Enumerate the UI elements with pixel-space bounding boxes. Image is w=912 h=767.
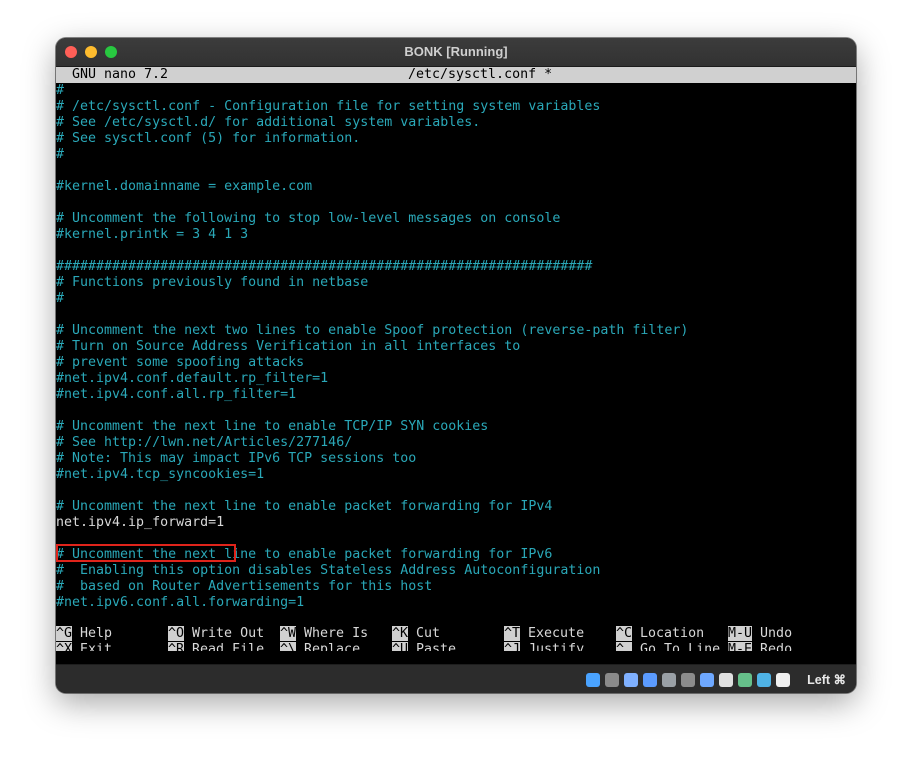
mouse-integration-icon[interactable] (738, 673, 752, 687)
shortcut-item: ^O Write Out (168, 626, 264, 642)
virtualbox-window: BONK [Running] GNU nano 7.2 /etc/sysctl.… (56, 38, 856, 693)
editor-line[interactable] (56, 163, 856, 179)
editor-line[interactable]: #net.ipv4.tcp_syncookies=1 (56, 467, 856, 483)
shortcut-item: ^K Cut (392, 626, 440, 642)
shortcut-item: ^_ Go To Line (616, 642, 720, 651)
shortcut-key: ^\ (280, 642, 297, 651)
shortcut-item: ^W Where Is (280, 626, 368, 642)
editor-line[interactable]: # (56, 291, 856, 307)
terminal-screen[interactable]: GNU nano 7.2 /etc/sysctl.conf * # # /etc/… (56, 67, 856, 651)
shortcut-key: ^W (280, 626, 297, 641)
shortcut-key: ^_ (616, 642, 633, 651)
vm-status-bar: Left ⌘ (56, 664, 856, 693)
cpu-icon[interactable] (757, 673, 771, 687)
shortcut-item: ^R Read File (168, 642, 264, 651)
shortcut-key: ^T (504, 626, 521, 641)
shortcut-item: ^U Paste (392, 642, 456, 651)
shortcut-key: ^G (56, 626, 73, 641)
editor-line[interactable]: # (56, 83, 856, 99)
shortcut-item: ^X Exit (56, 642, 112, 651)
keyboard-icon[interactable] (776, 673, 790, 687)
shortcut-key: ^X (56, 642, 73, 651)
editor-line[interactable]: # See /etc/sysctl.d/ for additional syst… (56, 115, 856, 131)
hard-disk-icon[interactable] (586, 673, 600, 687)
window-title: BONK [Running] (404, 44, 508, 59)
shortcut-label: Replace (304, 642, 361, 651)
shortcut-label: Justify (528, 642, 585, 651)
host-key-label: Left ⌘ (807, 673, 846, 687)
editor-line[interactable] (56, 243, 856, 259)
shared-folder-icon[interactable] (681, 673, 695, 687)
editor-line[interactable]: # Turn on Source Address Verification in… (56, 339, 856, 355)
shortcut-item: ^T Execute (504, 626, 584, 642)
shortcut-label: Read File (192, 642, 265, 651)
optical-drive-icon[interactable] (605, 673, 619, 687)
recording-icon[interactable] (719, 673, 733, 687)
editor-line[interactable]: #kernel.domainname = example.com (56, 179, 856, 195)
status-icons (581, 673, 790, 689)
shortcut-label: Go To Line (640, 642, 721, 651)
display-icon[interactable] (700, 673, 714, 687)
editor-line[interactable]: #net.ipv4.conf.all.rp_filter=1 (56, 387, 856, 403)
ip-forward-highlight-box (56, 544, 236, 562)
nano-shortcut-bar: ^G Help ^X Exit ^O Write Out ^R Read File ^W… (56, 626, 856, 651)
audio-icon[interactable] (624, 673, 638, 687)
shortcut-key: ^C (616, 626, 633, 641)
editor-line[interactable]: # See sysctl.conf (5) for information. (56, 131, 856, 147)
editor-line[interactable]: # based on Router Advertisements for thi… (56, 579, 856, 595)
shortcut-key: ^J (504, 642, 521, 651)
shortcut-item: M-E Redo (728, 642, 792, 651)
shortcut-label: Location (640, 626, 705, 641)
shortcut-key: ^R (168, 642, 185, 651)
shortcut-item: ^\ Replace (280, 642, 360, 651)
shortcut-item: ^C Location (616, 626, 704, 642)
shortcut-item: ^J Justify (504, 642, 584, 651)
editor-line[interactable]: net.ipv4.ip_forward=1 (56, 515, 856, 531)
shortcut-label: Cut (416, 626, 441, 641)
editor-line[interactable] (56, 483, 856, 499)
editor-line[interactable] (56, 307, 856, 323)
nano-header: GNU nano 7.2 /etc/sysctl.conf * (56, 67, 856, 83)
shortcut-label: Paste (416, 642, 457, 651)
shortcut-label: Redo (760, 642, 793, 651)
editor-line[interactable]: # Note: This may impact IPv6 TCP session… (56, 451, 856, 467)
editor-line[interactable] (56, 403, 856, 419)
editor-line[interactable]: #net.ipv4.conf.default.rp_filter=1 (56, 371, 856, 387)
shortcut-label: Where Is (304, 626, 369, 641)
nano-filename: /etc/sysctl.conf * (408, 67, 553, 82)
editor-line[interactable]: # prevent some spoofing attacks (56, 355, 856, 371)
network-icon[interactable] (643, 673, 657, 687)
editor-line[interactable]: # Enabling this option disables Stateles… (56, 563, 856, 579)
shortcut-label: Write Out (192, 626, 265, 641)
shortcut-label: Undo (760, 626, 793, 641)
shortcut-label: Help (80, 626, 113, 641)
editor-line[interactable]: ########################################… (56, 259, 856, 275)
editor-line[interactable] (56, 195, 856, 211)
editor-line[interactable]: # See http://lwn.net/Articles/277146/ (56, 435, 856, 451)
shortcut-key: ^K (392, 626, 409, 641)
nano-version: GNU nano 7.2 (72, 67, 169, 82)
editor-line[interactable]: # (56, 147, 856, 163)
shortcut-label: Execute (528, 626, 585, 641)
shortcut-item: M-U Undo (728, 626, 792, 642)
shortcut-item: ^G Help (56, 626, 112, 642)
editor-line[interactable]: # /etc/sysctl.conf - Configuration file … (56, 99, 856, 115)
editor-line[interactable]: # Uncomment the next line to enable TCP/… (56, 419, 856, 435)
shortcut-key: ^U (392, 642, 409, 651)
shortcut-key: ^O (168, 626, 185, 641)
shortcut-key: M-E (728, 642, 753, 651)
shortcut-key: M-U (728, 626, 753, 641)
editor-line[interactable]: # Uncomment the next two lines to enable… (56, 323, 856, 339)
editor-line[interactable]: #net.ipv6.conf.all.forwarding=1 (56, 595, 856, 611)
editor-line[interactable]: # Uncomment the following to stop low-le… (56, 211, 856, 227)
editor-line[interactable]: #kernel.printk = 3 4 1 3 (56, 227, 856, 243)
editor-line[interactable]: # Uncomment the next line to enable pack… (56, 499, 856, 515)
usb-icon[interactable] (662, 673, 676, 687)
shortcut-label: Exit (80, 642, 113, 651)
editor-buffer[interactable]: # # /etc/sysctl.conf - Configuration file… (56, 83, 856, 611)
title-bar[interactable]: BONK [Running] (56, 38, 856, 67)
editor-line[interactable]: # Functions previously found in netbase (56, 275, 856, 291)
